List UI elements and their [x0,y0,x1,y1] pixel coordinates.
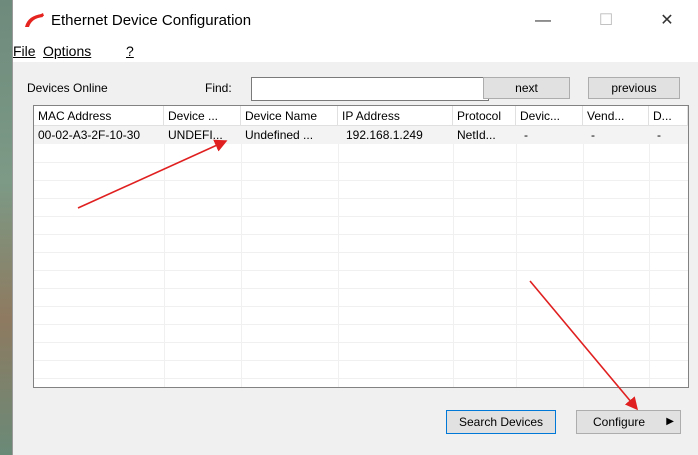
col-vendor[interactable]: Vend... [583,106,649,126]
col-mac-address[interactable]: MAC Address [34,106,164,126]
col-ip-address[interactable]: IP Address [338,106,453,126]
col-protocol[interactable]: Protocol [453,106,516,126]
grid-line [34,180,688,181]
find-input[interactable] [251,77,489,101]
grid-line [516,144,517,387]
close-button[interactable]: ✕ [647,8,687,34]
cell-vendor: - [591,128,595,142]
cell-mac: 00-02-A3-2F-10-30 [38,128,141,142]
title-bar: Ethernet Device Configuration — ☐ ✕ [13,0,698,40]
app-icon [25,13,44,27]
grid-line [34,324,688,325]
grid-line [34,378,688,379]
grid-line [34,306,688,307]
device-list[interactable]: MAC Address Device ... Device Name IP Ad… [33,105,689,388]
find-label: Find: [205,81,232,95]
configure-button[interactable]: Configure ▶ [576,410,681,434]
grid-line [34,288,688,289]
grid-line [338,144,339,387]
grid-line [583,144,584,387]
menu-options[interactable]: Options [43,43,91,59]
cell-device-status: - [524,128,528,142]
configure-label: Configure [593,415,646,429]
app-window: Ethernet Device Configuration — ☐ ✕ File… [12,0,698,455]
grid-line [34,198,688,199]
col-extra[interactable]: D... [649,106,688,126]
window-title: Ethernet Device Configuration [51,12,252,29]
menu-help[interactable]: ? [126,43,134,59]
cell-extra: - [657,128,661,142]
previous-button[interactable]: previous [588,77,680,99]
grid-line [34,360,688,361]
cell-device-type: UNDEFI... [168,128,223,142]
cell-protocol: NetId... [457,128,496,142]
cell-ip-address: 192.168.1.249 [346,128,423,142]
col-device-type[interactable]: Device ... [164,106,241,126]
next-button[interactable]: next [483,77,570,99]
grid-line [649,144,650,387]
grid-line [34,342,688,343]
cell-device-name: Undefined ... [245,128,314,142]
minimize-button[interactable]: — [523,8,563,34]
col-device-status[interactable]: Devic... [516,106,583,126]
search-devices-button[interactable]: Search Devices [446,410,556,434]
maximize-button[interactable]: ☐ [586,8,626,34]
grid-line [34,270,688,271]
table-row[interactable]: 00-02-A3-2F-10-30 UNDEFI... Undefined ..… [34,126,688,144]
grid-line [453,144,454,387]
grid-line [164,144,165,387]
menu-file[interactable]: File [13,43,36,59]
grid-line [34,252,688,253]
desktop-background [0,0,12,455]
grid-line [34,234,688,235]
menu-bar: File Options ? [13,40,698,62]
devices-online-label: Devices Online [27,81,108,95]
grid-line [34,162,688,163]
col-device-name[interactable]: Device Name [241,106,338,126]
grid-line [241,144,242,387]
dropdown-arrow-icon: ▶ [666,416,674,427]
grid-line [34,216,688,217]
